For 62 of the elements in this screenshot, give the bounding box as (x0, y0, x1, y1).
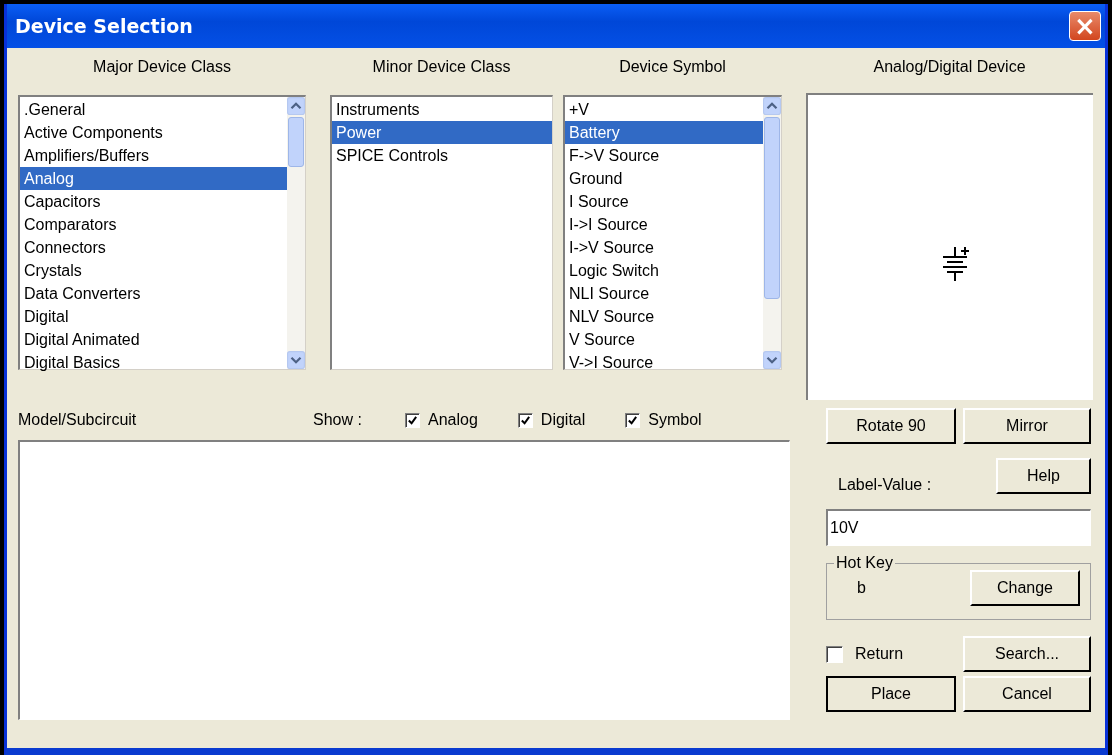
mirror-button[interactable]: Mirror (963, 408, 1091, 444)
checkbox-label: Symbol (648, 411, 702, 429)
label-value-field[interactable]: 10V (826, 509, 1091, 546)
column-heading: Device Symbol (618, 58, 727, 77)
window-title: Device Selection (15, 15, 193, 37)
scroll-thumb[interactable] (288, 117, 304, 167)
checkbox[interactable] (405, 412, 420, 428)
place-button[interactable]: Place (826, 676, 956, 712)
list-item[interactable]: I->I Source (565, 213, 763, 236)
list-item[interactable]: Connectors (20, 236, 287, 259)
list-item[interactable]: SPICE Controls (332, 144, 552, 167)
scroll-up-icon[interactable] (763, 97, 781, 115)
column-heading: Analog/Digital Device (872, 58, 1027, 77)
label-value-label: Label-Value : (838, 476, 932, 494)
list-item[interactable]: Battery (565, 121, 763, 144)
list-item[interactable]: Logic Switch (565, 259, 763, 282)
list-item[interactable]: NLV Source (565, 305, 763, 328)
list-item[interactable]: +V (565, 98, 763, 121)
list-item[interactable]: Ground (565, 167, 763, 190)
checkbox-label: Return (855, 645, 904, 663)
list-item[interactable]: NLI Source (565, 282, 763, 305)
list-item[interactable]: Amplifiers/Buffers (20, 144, 287, 167)
scroll-up-icon[interactable] (287, 97, 305, 115)
list-item[interactable]: I Source (565, 190, 763, 213)
list-item[interactable]: Analog (20, 167, 287, 190)
list-item[interactable]: F->V Source (565, 144, 763, 167)
scroll-down-icon[interactable] (763, 351, 781, 369)
list-item[interactable]: Comparators (20, 213, 287, 236)
column-heading: Minor Device Class (371, 58, 512, 77)
checkbox[interactable] (826, 645, 843, 663)
list-item[interactable]: V Source (565, 328, 763, 351)
cancel-button[interactable]: Cancel (963, 676, 1091, 712)
list-item[interactable]: Data Converters (20, 282, 287, 305)
checkbox[interactable] (517, 412, 533, 428)
checkbox[interactable] (625, 412, 641, 428)
list-item[interactable]: Power (332, 121, 552, 144)
scroll-thumb[interactable] (764, 117, 780, 299)
list-item[interactable]: Digital Basics (20, 351, 287, 374)
list-item[interactable]: Instruments (332, 98, 552, 121)
list-item[interactable]: Digital (20, 305, 287, 328)
model-subcircuit-label: Model/Subcircuit (18, 411, 138, 429)
column-heading: Major Device Class (92, 58, 232, 77)
scroll-down-icon[interactable] (287, 351, 305, 369)
group-title: Hot Key (835, 554, 894, 572)
list-item[interactable]: Capacitors (20, 190, 287, 213)
help-button[interactable]: Help (996, 458, 1091, 494)
show-label: Show : (313, 411, 363, 429)
list-item[interactable]: Digital Animated (20, 328, 287, 351)
rotate-button[interactable]: Rotate 90 (826, 408, 956, 444)
search-button[interactable]: Search... (963, 636, 1091, 672)
list-item[interactable]: .General (20, 98, 287, 121)
list-item[interactable]: Crystals (20, 259, 287, 282)
list-item[interactable]: I->V Source (565, 236, 763, 259)
checkbox-label: Digital (540, 411, 586, 429)
model-field[interactable] (18, 440, 790, 720)
checkbox-label: Analog (428, 411, 478, 429)
list-item[interactable]: V->I Source (565, 351, 763, 374)
scrollbar[interactable] (763, 97, 781, 369)
change-button[interactable]: Change (970, 570, 1080, 606)
scrollbar[interactable] (287, 97, 305, 369)
list-item[interactable]: Active Components (20, 121, 287, 144)
hot-key-value: b (857, 579, 866, 597)
